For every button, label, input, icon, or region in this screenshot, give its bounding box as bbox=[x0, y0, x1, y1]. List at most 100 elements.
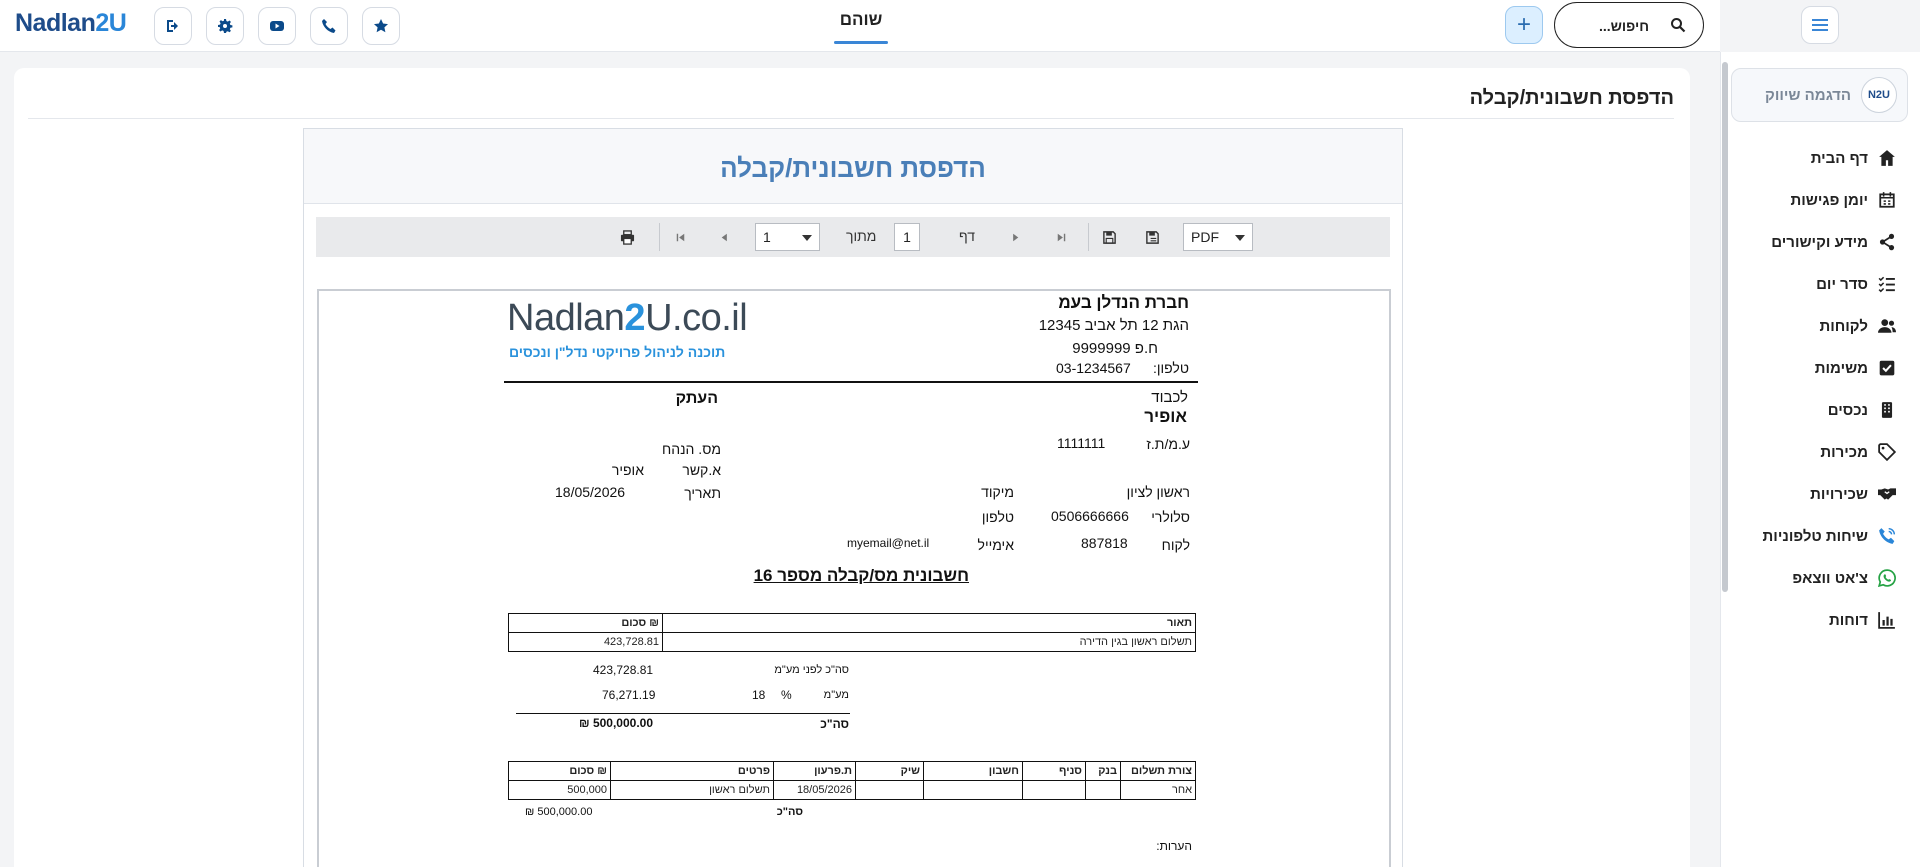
sidebar-item-agenda[interactable]: סדר יום bbox=[1816, 269, 1896, 299]
phone-button[interactable] bbox=[310, 7, 348, 45]
whatsapp-icon bbox=[1878, 569, 1896, 587]
building-icon bbox=[1881, 402, 1893, 418]
sidebar-item-phone-calls[interactable]: שיחות טלפוניות bbox=[1763, 521, 1896, 551]
sidebar-item-label: מכירות bbox=[1820, 443, 1868, 461]
item-amount: 423,728.81 bbox=[508, 632, 663, 652]
hamburger-icon bbox=[1812, 19, 1828, 31]
star-icon bbox=[374, 19, 388, 33]
first-page-button[interactable] bbox=[669, 226, 691, 248]
favorites-button[interactable] bbox=[362, 7, 400, 45]
sidebar-item-label: שכירויות bbox=[1810, 485, 1868, 503]
tab-shoham[interactable]: שוהם bbox=[834, 10, 888, 44]
sidebar-item-calendar[interactable]: יומן פגישות bbox=[1791, 185, 1897, 215]
sidebar-item-home[interactable]: דף הבית bbox=[1811, 143, 1896, 173]
page-number-input[interactable]: 1 bbox=[894, 223, 920, 251]
page-select[interactable]: 1 bbox=[755, 223, 820, 251]
viewer-title: הדפסת חשבונית/קבלה bbox=[720, 153, 986, 183]
search-icon[interactable] bbox=[1670, 17, 1686, 33]
of-label: מתוך bbox=[846, 228, 877, 244]
report-toolbar: 1 מתוך 1 דף PDF bbox=[316, 217, 1390, 257]
home-icon bbox=[1879, 150, 1895, 166]
sidebar-item-whatsapp[interactable]: צ'אט ווצאפ bbox=[1792, 563, 1896, 593]
contact-label: א.קשר bbox=[682, 462, 721, 478]
chart-icon bbox=[1878, 612, 1895, 629]
sidebar-item-rentals[interactable]: שכירויות bbox=[1810, 479, 1896, 509]
payments-header-amount: סכום ₪ bbox=[508, 761, 611, 781]
company-address: הגת 12 תל אביב 12345 bbox=[1038, 317, 1189, 334]
discount-label: מס. הנהח bbox=[662, 441, 721, 457]
print-button[interactable] bbox=[616, 226, 638, 248]
checkbox-icon bbox=[1879, 360, 1895, 376]
email-value: myemail@net.il bbox=[847, 536, 930, 550]
brand-card[interactable]: N2U הדגמה שיווק bbox=[1731, 68, 1908, 122]
handshake-icon bbox=[1878, 488, 1896, 500]
sidebar-scrollbar[interactable] bbox=[1720, 52, 1730, 867]
save-icon bbox=[1102, 230, 1116, 244]
sidebar-item-reports[interactable]: דוחות bbox=[1829, 605, 1896, 635]
contact-value: אופיר bbox=[611, 462, 644, 478]
report-viewer: הדפסת חשבונית/קבלה 1 מתוך 1 דף PDF Nadla… bbox=[303, 128, 1403, 867]
youtube-button[interactable] bbox=[258, 7, 296, 45]
items-table: סכום ₪ תאור 423,728.81 תשלום ראשון בגין … bbox=[508, 613, 1196, 652]
app-logo[interactable]: Nadlan2U bbox=[15, 9, 127, 38]
items-header-description: תאור bbox=[662, 613, 1196, 633]
vat-percent-sign: % bbox=[781, 688, 792, 702]
payments-header-method: צורת תשלום bbox=[1120, 761, 1196, 781]
search-input[interactable] bbox=[1569, 15, 1649, 37]
scrollbar-thumb[interactable] bbox=[1722, 62, 1728, 592]
document-logo: Nadlan2U.co.il bbox=[507, 297, 748, 339]
chevron-down-icon bbox=[802, 235, 812, 241]
total-value: ₪ 500,000.00 bbox=[579, 716, 653, 730]
vat-label: מע"מ bbox=[823, 689, 849, 701]
last-page-button[interactable] bbox=[1050, 226, 1072, 248]
sidebar-item-label: נכסים bbox=[1827, 401, 1868, 419]
sidebar-item-label: צ'אט ווצאפ bbox=[1792, 569, 1868, 587]
youtube-icon bbox=[270, 21, 284, 31]
menu-toggle-button[interactable] bbox=[1801, 6, 1839, 44]
gear-icon bbox=[218, 19, 233, 33]
payments-header-check: שיק bbox=[855, 761, 924, 781]
logout-icon bbox=[167, 20, 178, 32]
id-value: 1111111 bbox=[1057, 435, 1106, 451]
settings-button[interactable] bbox=[206, 7, 244, 45]
save-button[interactable] bbox=[1098, 226, 1120, 248]
payments-header-account: חשבון bbox=[923, 761, 1023, 781]
search-box bbox=[1554, 2, 1704, 48]
email-label: אימייל bbox=[977, 537, 1014, 553]
vat-value: 76,271.19 bbox=[602, 688, 656, 702]
export-button[interactable] bbox=[1141, 226, 1163, 248]
document-divider bbox=[504, 381, 1198, 383]
export-icon bbox=[1145, 230, 1159, 244]
sidebar-item-label: יומן פגישות bbox=[1790, 191, 1869, 209]
tag-icon bbox=[1878, 443, 1896, 461]
sidebar-item-tasks[interactable]: משימות bbox=[1815, 353, 1896, 383]
payments-table: סכום ₪ פרטים ת.פרעון שיק חשבון סניף בנק … bbox=[508, 761, 1196, 800]
sidebar-item-sales[interactable]: מכירות bbox=[1820, 437, 1896, 467]
table-row: 423,728.81 תשלום ראשון בגין הדירה bbox=[508, 632, 1196, 652]
chevron-right-icon bbox=[1012, 233, 1018, 241]
sidebar-item-clients[interactable]: לקוחות bbox=[1819, 311, 1896, 341]
format-select[interactable]: PDF bbox=[1183, 223, 1253, 251]
phone-label: טלפון bbox=[981, 509, 1014, 525]
payments-total-label: סה"כ bbox=[776, 806, 803, 818]
to-label: לכבוד bbox=[1151, 389, 1188, 406]
chevron-left-icon bbox=[721, 233, 727, 241]
add-button[interactable]: + bbox=[1505, 6, 1543, 44]
previous-page-button[interactable] bbox=[713, 226, 735, 248]
sidebar-item-info-links[interactable]: מידע וקישורים bbox=[1771, 227, 1896, 257]
vat-rate: 18 bbox=[752, 688, 766, 702]
sidebar-item-properties[interactable]: נכסים bbox=[1828, 395, 1896, 425]
checklist-icon bbox=[1878, 276, 1895, 293]
next-page-button[interactable] bbox=[1004, 226, 1026, 248]
logout-button[interactable] bbox=[154, 7, 192, 45]
company-phone: 03-1234567 bbox=[1056, 360, 1131, 376]
sidebar-item-label: סדר יום bbox=[1816, 275, 1868, 293]
share-icon bbox=[1879, 233, 1895, 251]
city-value: ראשון לציון bbox=[1126, 484, 1190, 500]
payment-check bbox=[855, 780, 924, 800]
zip-label: מיקוד bbox=[981, 484, 1014, 500]
mobile-label: סלולרי bbox=[1151, 509, 1190, 525]
payment-branch bbox=[1022, 780, 1086, 800]
table-row: 500,000 תשלום ראשון 18/05/2026 אחר bbox=[508, 780, 1196, 800]
toolbar-separator bbox=[659, 223, 660, 251]
